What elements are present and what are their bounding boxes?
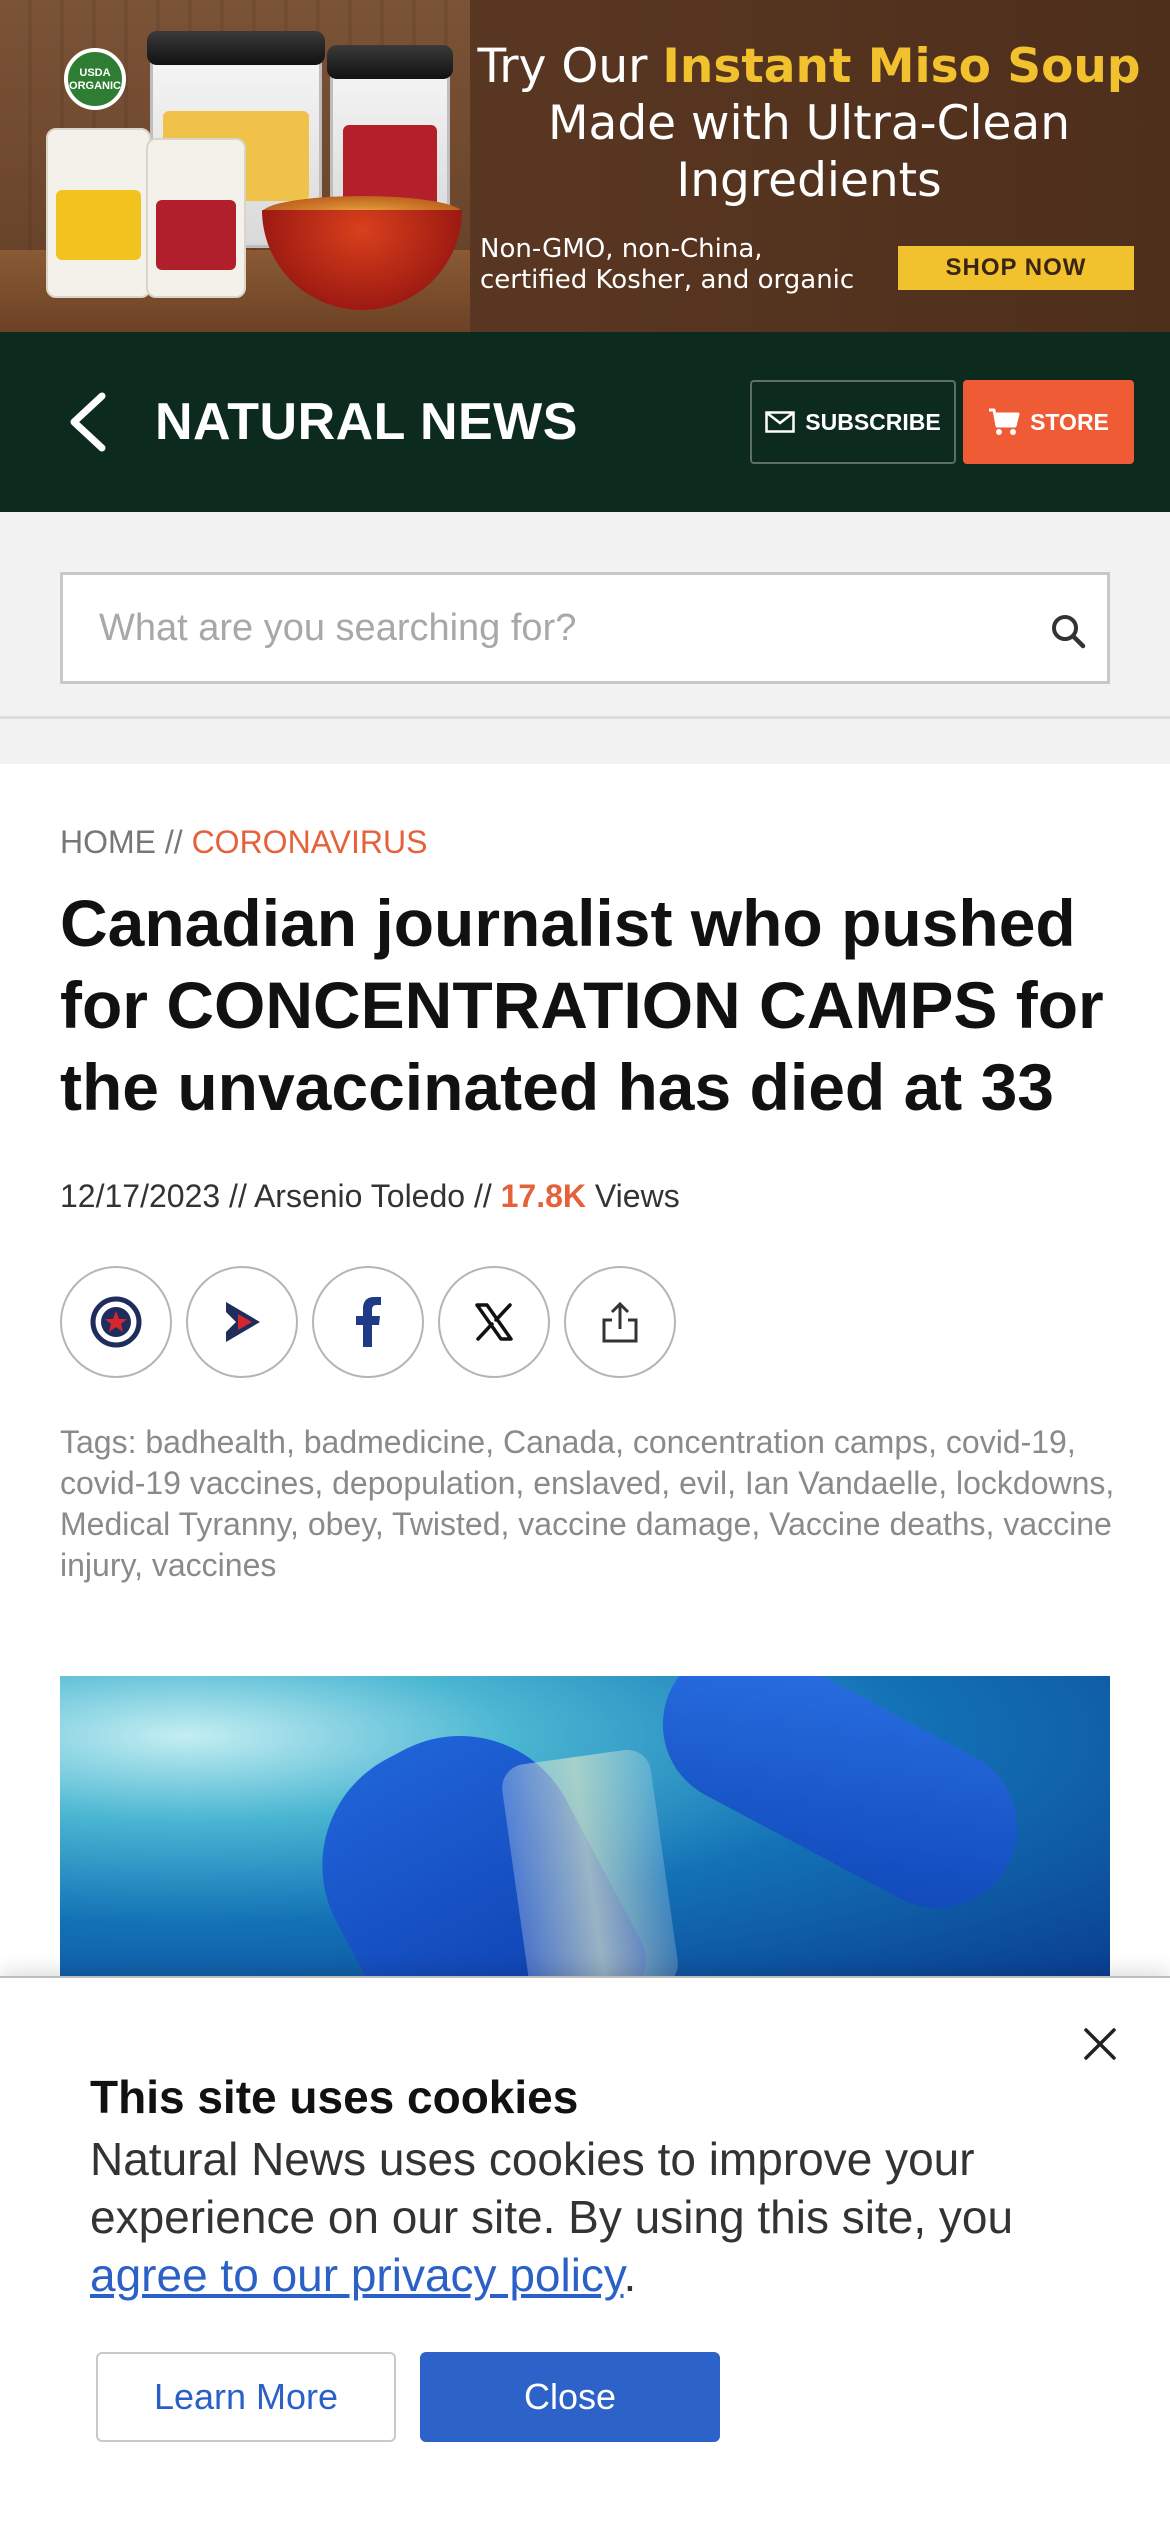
tag-separator: , [134, 1547, 152, 1583]
tag-separator: , [938, 1465, 956, 1501]
tag-separator: , [615, 1424, 633, 1460]
cookie-title: This site uses cookies [90, 2071, 579, 2123]
ad-headline-pre: Try Our [477, 39, 663, 94]
ad-subtext: Non-GMO, non-China, certified Kosher, an… [480, 234, 854, 296]
tag-separator: , [1066, 1424, 1076, 1460]
store-label: STORE [1030, 408, 1109, 435]
tag-separator: , [485, 1424, 503, 1460]
tag-link[interactable]: Medical Tyranny [60, 1506, 290, 1542]
meta-separator: // [465, 1178, 501, 1214]
subscribe-label: SUBSCRIBE [805, 408, 941, 435]
search-divider [0, 716, 1170, 719]
breadcrumb-category-link[interactable]: CORONAVIRUS [192, 824, 428, 860]
ad-headline-highlight: Instant Miso Soup [662, 39, 1141, 94]
share-buttons [60, 1266, 676, 1380]
search-box [60, 572, 1110, 684]
tag-link[interactable]: badhealth [145, 1424, 286, 1460]
tag-link[interactable]: Canada [503, 1424, 615, 1460]
article-meta: 12/17/2023 // Arsenio Toledo // 17.8K Vi… [60, 1178, 680, 1215]
breadcrumb-separator: // [156, 824, 192, 860]
article-title: Canadian journalist who pushed for CONCE… [60, 886, 1104, 1124]
breadcrumb-home-link[interactable]: HOME [60, 824, 156, 860]
ad-headline: Try Our Instant Miso Soup Made with Ultr… [474, 38, 1144, 209]
article-date: 12/17/2023 [60, 1178, 221, 1214]
store-button[interactable]: STORE [963, 380, 1134, 464]
facebook-share-icon [356, 1297, 381, 1347]
tag-link[interactable]: concentration camps [633, 1424, 928, 1460]
tag-separator: , [290, 1506, 308, 1542]
tag-separator: , [1105, 1465, 1115, 1501]
ad-headline-rest: Made with Ultra-Clean Ingredients [547, 96, 1071, 208]
ad-product-pouch-red [146, 138, 246, 298]
subscribe-button[interactable]: SUBSCRIBE [750, 380, 956, 464]
ad-banner[interactable]: USDA ORGANIC Try Our Instant Miso Soup M… [0, 0, 1170, 332]
video-share-button[interactable] [186, 1266, 298, 1378]
tag-link[interactable]: covid-19 vaccines [60, 1465, 314, 1501]
x-share-icon [475, 1303, 513, 1341]
video-share-icon [226, 1302, 260, 1342]
tag-separator: , [727, 1465, 745, 1501]
search-section [0, 512, 1170, 764]
tag-separator: , [314, 1465, 333, 1501]
tag-separator: , [751, 1506, 770, 1542]
tag-separator: , [500, 1506, 519, 1542]
back-chevron-icon[interactable] [62, 390, 122, 454]
brighteon-share-icon [90, 1296, 142, 1348]
tag-separator: , [661, 1465, 680, 1501]
tag-link[interactable]: Vaccine deaths [769, 1506, 985, 1542]
article-hero-image [60, 1676, 1110, 1976]
privacy-policy-link[interactable]: agree to our privacy policy [90, 2249, 624, 2301]
ad-subtext-line2: certified Kosher, and organic [480, 265, 855, 295]
cookie-body-text: Natural News uses cookies to improve you… [90, 2133, 1014, 2243]
tag-link[interactable]: Ian Vandaelle [745, 1465, 938, 1501]
cookie-text-end: . [623, 2249, 637, 2301]
hero-vial [499, 1746, 681, 1976]
tag-link[interactable]: Twisted [392, 1506, 500, 1542]
tag-link[interactable]: enslaved [533, 1465, 661, 1501]
tag-separator: , [928, 1424, 946, 1460]
usda-organic-badge: USDA ORGANIC [64, 48, 126, 110]
x-share-button[interactable] [438, 1266, 550, 1378]
tag-link[interactable]: covid-19 [946, 1424, 1067, 1460]
learn-more-button[interactable]: Learn More [96, 2352, 396, 2442]
meta-separator: // [220, 1178, 254, 1214]
site-logo[interactable]: NATURAL NEWS [155, 392, 578, 452]
article-author-link[interactable]: Arsenio Toledo [254, 1178, 465, 1214]
ad-shop-now-button[interactable]: SHOP NOW [898, 246, 1134, 290]
tags-label: Tags: [60, 1424, 146, 1460]
tag-separator: , [985, 1506, 1004, 1542]
tag-link[interactable]: badmedicine [304, 1424, 485, 1460]
tag-link[interactable]: obey [308, 1506, 375, 1542]
hero-glove-right [634, 1676, 1046, 1936]
breadcrumb: HOME // CORONAVIRUS [60, 824, 427, 861]
mail-icon [765, 411, 796, 433]
tag-link[interactable]: vaccines [152, 1547, 277, 1583]
tag-list: badhealth, badmedicine, Canada, concentr… [60, 1424, 1114, 1583]
tag-link[interactable]: depopulation [332, 1465, 515, 1501]
tag-link[interactable]: vaccine damage [518, 1506, 751, 1542]
share-export-button[interactable] [564, 1266, 676, 1378]
facebook-share-button[interactable] [312, 1266, 424, 1378]
article-tags: Tags: badhealth, badmedicine, Canada, co… [60, 1422, 1120, 1586]
search-input[interactable] [99, 575, 999, 681]
search-icon[interactable] [1048, 611, 1088, 651]
cookie-banner: This site uses cookies Natural News uses… [0, 1976, 1170, 2532]
close-button[interactable]: Close [420, 2352, 720, 2442]
tag-separator: , [285, 1424, 304, 1460]
ad-product-pouch [46, 128, 151, 298]
close-icon[interactable] [1080, 2024, 1120, 2064]
tag-separator: , [374, 1506, 393, 1542]
ad-subtext-line1: Non-GMO, non-China, [480, 234, 763, 264]
share-export-icon [602, 1301, 638, 1343]
views-label: Views [586, 1178, 680, 1214]
views-count: 17.8K [500, 1178, 587, 1214]
brighteon-share-button[interactable] [60, 1266, 172, 1378]
site-header: NATURAL NEWS SUBSCRIBE STORE [0, 332, 1170, 512]
tag-link[interactable]: lockdowns [956, 1465, 1105, 1501]
tag-separator: , [515, 1465, 534, 1501]
cookie-text: Natural News uses cookies to improve you… [90, 2130, 1090, 2304]
tag-link[interactable]: evil [679, 1465, 727, 1501]
cart-icon [989, 408, 1020, 435]
